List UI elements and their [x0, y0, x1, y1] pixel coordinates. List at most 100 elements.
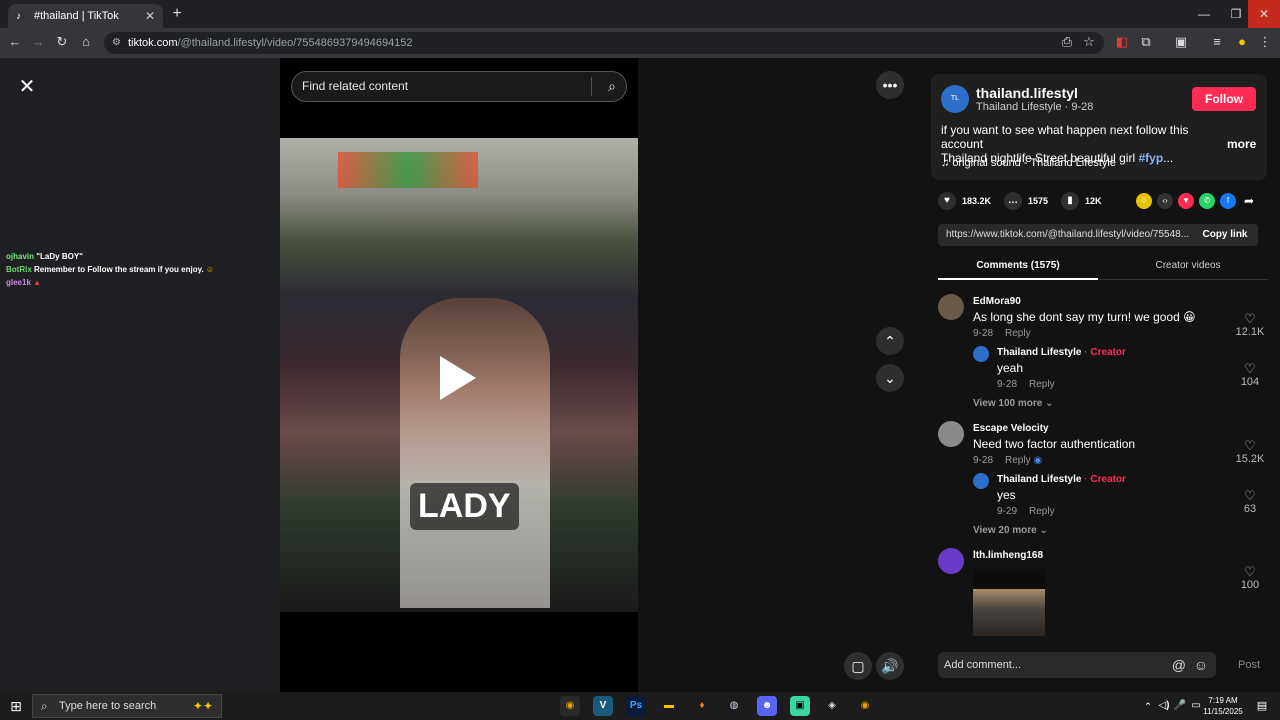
follow-button[interactable]: Follow — [1192, 87, 1256, 111]
search-icon: ⌕ — [41, 699, 48, 713]
smile-emoji-icon: ☺ — [205, 265, 215, 274]
comment-username[interactable]: lth.limheng168 — [973, 550, 1043, 561]
save-button[interactable]: ▮ 12K — [1061, 192, 1102, 210]
profile-avatar-icon[interactable]: ● — [1233, 34, 1251, 49]
comment-button[interactable]: … 1575 — [1004, 192, 1048, 210]
reply-button[interactable]: Reply — [1005, 455, 1031, 466]
view-more-replies-button[interactable]: View 100 more ⌄ — [973, 398, 1053, 409]
reply-username[interactable]: Thailand Lifestyle · Creator — [997, 474, 1126, 485]
cast-icon[interactable]: ▣ — [1172, 34, 1190, 50]
vscode-taskbar-icon[interactable]: V — [593, 696, 613, 716]
video-link-text[interactable]: https://www.tiktok.com/@thailand.lifesty… — [946, 229, 1189, 240]
tab-close-icon[interactable]: ✕ — [145, 9, 155, 23]
commenter-avatar[interactable] — [938, 294, 964, 320]
picture-in-picture-icon[interactable]: ▢ — [844, 652, 872, 680]
media-control-icon[interactable]: ≡ — [1208, 34, 1226, 49]
taskbar-clock[interactable]: 7:19 AM 11/15/2025 — [1198, 695, 1248, 717]
app-taskbar-icon[interactable]: ♦ — [692, 696, 712, 716]
emoji-icon[interactable]: ☺ — [1194, 652, 1208, 678]
reply-like-button[interactable]: ♡ 104 — [1234, 362, 1266, 389]
close-video-button[interactable]: ✕ — [14, 74, 40, 100]
comment-like-button[interactable]: ♡ 15.2K — [1234, 439, 1266, 466]
commenter-avatar[interactable] — [938, 548, 964, 574]
more-options-icon[interactable]: ••• — [876, 71, 904, 99]
app-taskbar-icon[interactable]: ▣ — [790, 696, 810, 716]
reply-button[interactable]: Reply — [1029, 379, 1055, 390]
minimize-icon[interactable]: — — [1188, 0, 1220, 28]
steam-taskbar-icon[interactable]: ◍ — [724, 696, 744, 716]
search-input[interactable]: Find related content ⌕ — [291, 71, 627, 102]
search-icon[interactable]: ⌕ — [608, 72, 616, 101]
creator-avatar[interactable] — [973, 473, 989, 489]
comment-username[interactable]: EdMora90 — [973, 296, 1021, 307]
reply-user-name: Thailand Lifestyle — [997, 474, 1082, 485]
app-taskbar-icon[interactable]: ◈ — [822, 696, 842, 716]
tab-comments[interactable]: Comments (1575) — [938, 256, 1098, 280]
author-avatar[interactable]: TL — [941, 85, 969, 113]
copy-link-button[interactable]: Copy link — [1192, 224, 1258, 246]
facebook-icon[interactable]: f — [1220, 193, 1236, 209]
tiktok-favicon-icon: ♪ — [16, 10, 21, 22]
comment-like-button[interactable]: ♡ 12.1K — [1234, 311, 1266, 339]
video-column: Find related content ⌕ LADY — [280, 58, 638, 692]
creator-avatar[interactable] — [973, 346, 989, 362]
previous-video-chevron-up-icon[interactable]: ⌃ — [876, 327, 904, 355]
comment-like-button[interactable]: ♡ 100 — [1234, 565, 1266, 592]
new-tab-icon[interactable]: + — [170, 5, 184, 23]
notification-icon[interactable]: ▤ — [1252, 696, 1272, 716]
embed-icon[interactable]: ‹› — [1157, 193, 1173, 209]
next-video-chevron-down-icon[interactable]: ⌄ — [876, 364, 904, 392]
browser-tab[interactable]: ♪ #thailand | TikTok ✕ — [8, 4, 163, 28]
more-button[interactable]: more — [1227, 137, 1256, 151]
reload-icon[interactable]: ↻ — [53, 34, 71, 50]
add-comment-input[interactable]: Add comment... @ ☺ — [938, 652, 1216, 678]
view-more-replies-button[interactable]: View 20 more ⌄ — [973, 525, 1048, 536]
commenter-avatar[interactable] — [938, 421, 964, 447]
video-player[interactable]: LADY — [280, 138, 638, 612]
chrome-taskbar-icon[interactable]: ◉ — [855, 696, 875, 716]
share-arrow-icon[interactable]: ➦ — [1241, 193, 1257, 209]
comment-username[interactable]: Escape Velocity — [973, 423, 1049, 434]
mention-icon[interactable]: @ — [1172, 652, 1186, 678]
comment-image[interactable] — [973, 569, 1045, 636]
like-button[interactable]: ♥ 183.2K — [938, 192, 991, 210]
chrome-taskbar-icon[interactable]: ◉ — [560, 696, 580, 716]
play-icon[interactable] — [440, 356, 476, 400]
windows-taskbar: ⊞ ⌕ Type here to search ✦✦ ◉ V Ps ▬ ♦ ◍ … — [0, 692, 1280, 720]
bookmark-star-icon[interactable]: ☆ — [1080, 34, 1098, 50]
tab-creator-videos[interactable]: Creator videos — [1108, 256, 1268, 280]
reply-button[interactable]: Reply — [1029, 506, 1055, 517]
reply-like-button[interactable]: ♡ 63 — [1234, 489, 1266, 516]
address-bar[interactable]: ⚙ tiktok.com/@thailand.lifestyl/video/75… — [104, 32, 1104, 54]
volume-icon[interactable]: 🔊 — [876, 652, 904, 680]
site-info-icon[interactable]: ⚙ — [112, 32, 121, 54]
menu-kebab-icon[interactable]: ⋮ — [1256, 34, 1274, 50]
discord-taskbar-icon[interactable]: ☻ — [757, 696, 777, 716]
reply-username[interactable]: Thailand Lifestyle · Creator — [997, 347, 1126, 358]
home-icon[interactable]: ⌂ — [77, 34, 95, 49]
extensions-puzzle-icon[interactable]: ⧉ — [1137, 34, 1155, 50]
hashtag-link[interactable]: #fyp — [1138, 151, 1163, 165]
repost-icon[interactable]: ☺ — [1136, 193, 1152, 209]
chat-user: ojhavin — [6, 252, 35, 261]
windows-start-icon[interactable]: ⊞ — [8, 698, 24, 714]
sound-link[interactable]: ♫ original sound - Thailand Lifestyle — [941, 157, 1116, 169]
heart-outline-icon: ♡ — [1244, 311, 1256, 326]
post-button[interactable]: Post — [1238, 659, 1260, 671]
creator-badge: · Creator — [1084, 347, 1126, 358]
reply-text: yes — [997, 488, 1016, 502]
extension-icon[interactable]: ◧ — [1113, 34, 1131, 50]
whatsapp-icon[interactable]: ✆ — [1199, 193, 1215, 209]
action-bar: ♥ 183.2K … 1575 ▮ 12K ☺ ‹› ▼ ✆ f ➦ — [938, 192, 1268, 212]
taskbar-search-input[interactable]: ⌕ Type here to search ✦✦ — [32, 694, 222, 718]
back-icon[interactable]: ← — [6, 34, 24, 49]
author-username[interactable]: thailand.lifestyl — [976, 85, 1078, 101]
file-explorer-taskbar-icon[interactable]: ▬ — [659, 696, 679, 716]
send-to-friends-icon[interactable]: ▼ — [1178, 193, 1194, 209]
reply-button[interactable]: Reply — [1005, 328, 1031, 339]
photoshop-taskbar-icon[interactable]: Ps — [626, 696, 646, 716]
install-app-icon[interactable]: ⎙ — [1058, 34, 1076, 50]
window-close-icon[interactable]: ✕ — [1248, 0, 1280, 28]
forward-icon[interactable]: → — [29, 34, 47, 49]
comment-date: 9-28 — [973, 455, 994, 466]
